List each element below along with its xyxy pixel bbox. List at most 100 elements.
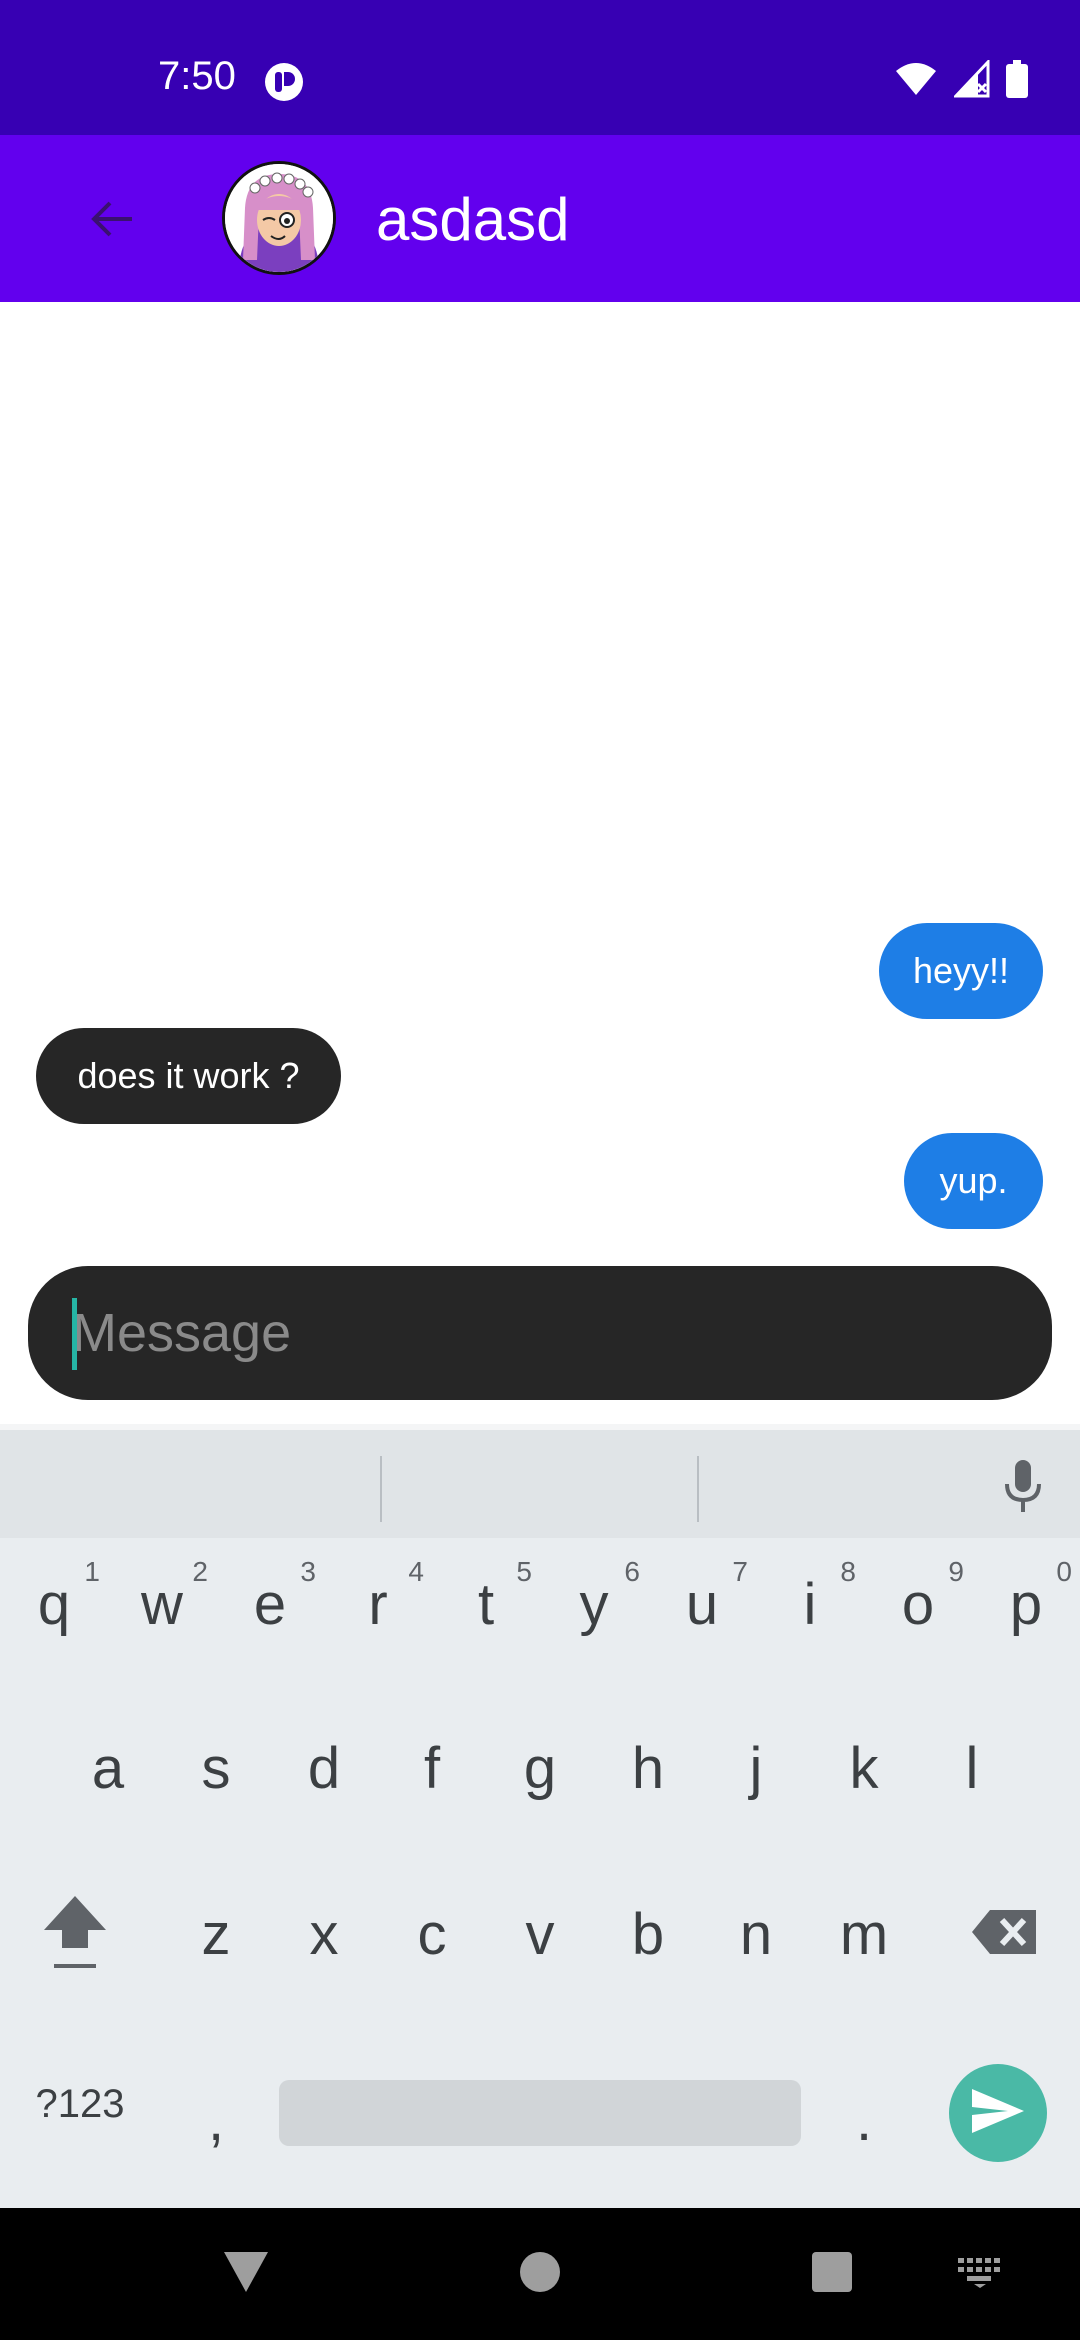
backspace-key[interactable] (940, 1864, 1070, 2004)
key-o[interactable]: o9 (864, 1534, 972, 1674)
key-hint: 9 (948, 1556, 964, 1587)
key-u[interactable]: u7 (648, 1534, 756, 1674)
nav-home-button[interactable] (504, 2238, 576, 2310)
message-bubble-sent[interactable]: heyy!! (879, 923, 1043, 1019)
cellular-no-signal-icon (954, 60, 990, 98)
key-m[interactable]: m (810, 1864, 918, 2004)
key-e[interactable]: e3 (216, 1534, 324, 1674)
text-cursor (72, 1298, 77, 1370)
suggestion-divider (380, 1456, 382, 1522)
key-hint: 7 (732, 1556, 748, 1587)
key-i[interactable]: i8 (756, 1534, 864, 1674)
battery-icon (1006, 60, 1028, 98)
key-label: e (253, 1571, 287, 1637)
key-label: k (849, 1735, 879, 1801)
keyboard-switch-button[interactable] (944, 2238, 1016, 2310)
key-v[interactable]: v (486, 1864, 594, 2004)
message-bubble-sent[interactable]: yup. (904, 1133, 1043, 1229)
key-q[interactable]: q1 (0, 1534, 108, 1674)
key-label: s (201, 1735, 231, 1801)
key-comma[interactable]: , (162, 2050, 270, 2190)
key-hint: 1 (84, 1556, 100, 1587)
home-circle-icon (518, 2250, 562, 2299)
symbols-key[interactable]: ?123 (10, 2034, 150, 2174)
key-p[interactable]: p0 (972, 1534, 1080, 1674)
key-hint: 3 (300, 1556, 316, 1587)
send-icon (970, 2087, 1026, 2140)
key-label: c (417, 1901, 447, 1967)
status-bar: 7:50 (0, 0, 1080, 135)
key-label: w (141, 1571, 183, 1637)
key-label: h (631, 1735, 665, 1801)
wifi-icon (894, 61, 938, 97)
key-y[interactable]: y6 (540, 1534, 648, 1674)
avatar-illustration (225, 164, 333, 272)
message-input[interactable] (72, 1266, 1012, 1400)
key-period[interactable]: . (810, 2050, 918, 2190)
key-f[interactable]: f (378, 1698, 486, 1838)
key-label: p (1009, 1571, 1043, 1637)
key-label: b (631, 1901, 665, 1967)
shift-key[interactable] (10, 1864, 140, 2004)
avatar[interactable] (222, 161, 336, 275)
key-label: t (477, 1571, 495, 1637)
key-a[interactable]: a (54, 1698, 162, 1838)
key-label: q (37, 1571, 71, 1637)
system-nav-bar (0, 2208, 1080, 2340)
key-z[interactable]: z (162, 1864, 270, 2004)
key-label: ?123 (35, 2081, 125, 2126)
nav-back-button[interactable] (210, 2238, 282, 2310)
key-c[interactable]: c (378, 1864, 486, 2004)
key-x[interactable]: x (270, 1864, 378, 2004)
key-label: z (201, 1901, 231, 1967)
key-g[interactable]: g (486, 1698, 594, 1838)
key-label: m (839, 1901, 889, 1967)
key-w[interactable]: w2 (108, 1534, 216, 1674)
app-notification-icon (264, 62, 304, 102)
key-hint: 2 (192, 1556, 208, 1587)
key-hint: 8 (840, 1556, 856, 1587)
key-b[interactable]: b (594, 1864, 702, 2004)
key-label: o (901, 1571, 935, 1637)
voice-input-button[interactable] (988, 1450, 1058, 1526)
key-label: d (307, 1735, 341, 1801)
key-k[interactable]: k (810, 1698, 918, 1838)
key-h[interactable]: h (594, 1698, 702, 1838)
key-r[interactable]: r4 (324, 1534, 432, 1674)
key-hint: 5 (516, 1556, 532, 1587)
key-label: v (525, 1901, 555, 1967)
key-d[interactable]: d (270, 1698, 378, 1838)
key-label: f (423, 1735, 441, 1801)
key-label: , (207, 2087, 225, 2153)
key-l[interactable]: l (918, 1698, 1026, 1838)
shift-icon (40, 1892, 110, 1977)
nav-recents-button[interactable] (796, 2238, 868, 2310)
key-t[interactable]: t5 (432, 1534, 540, 1674)
key-label: u (685, 1571, 719, 1637)
backspace-icon (970, 1908, 1040, 1961)
suggestion-divider (697, 1456, 699, 1522)
space-key[interactable] (279, 2080, 801, 2146)
key-label: i (803, 1571, 817, 1637)
recents-square-icon (810, 2250, 854, 2299)
key-j[interactable]: j (702, 1698, 810, 1838)
message-list[interactable]: heyy!! does it work ? yup. (0, 302, 1080, 1257)
message-text: heyy!! (912, 950, 1010, 991)
key-label: r (368, 1571, 388, 1637)
key-label: l (965, 1735, 979, 1801)
message-bubble-received[interactable]: does it work ? (36, 1028, 341, 1124)
back-button[interactable] (76, 185, 148, 257)
key-s[interactable]: s (162, 1698, 270, 1838)
message-composer (28, 1266, 1052, 1400)
key-hint: 4 (408, 1556, 424, 1587)
message-text: yup. (939, 1160, 1008, 1201)
key-label: g (523, 1735, 557, 1801)
send-key[interactable] (949, 2064, 1047, 2162)
status-time: 7:50 (158, 54, 236, 98)
key-n[interactable]: n (702, 1864, 810, 2004)
key-label: x (309, 1901, 339, 1967)
back-triangle-icon (222, 2250, 270, 2299)
status-icons (894, 60, 1028, 98)
mic-icon (1003, 1458, 1043, 1519)
arrow-left-icon (88, 195, 136, 248)
